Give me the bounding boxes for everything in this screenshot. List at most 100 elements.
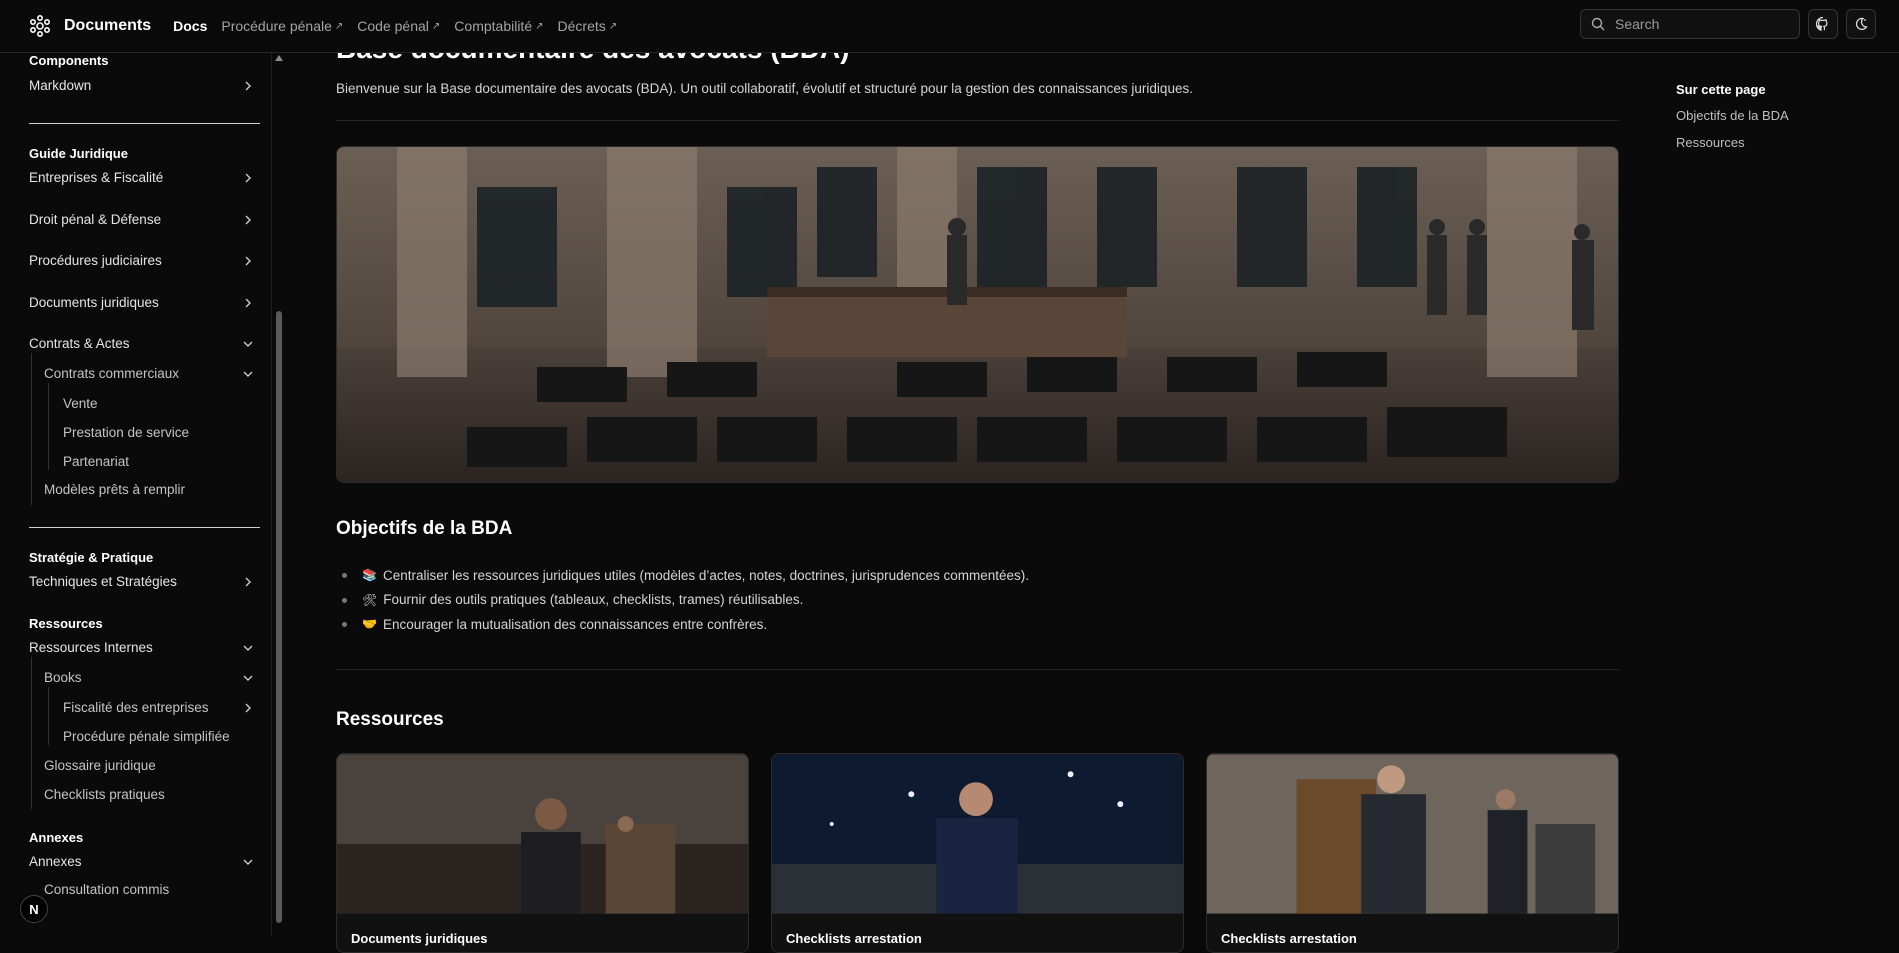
- sidebar-item-label: Consultation commis: [44, 882, 170, 897]
- external-link-icon: ↗: [334, 20, 344, 32]
- chevron-right-icon: [245, 577, 251, 586]
- brand[interactable]: Documents: [28, 14, 151, 38]
- sidebar-item-label: Documents juridiques: [29, 295, 159, 310]
- sidebar-item-label: Glossaire juridique: [44, 758, 156, 773]
- list-item: 🛠 Fournir des outils pratiques (tableaux,…: [336, 588, 1029, 613]
- sidebar-item-label: Contrats & Actes: [29, 336, 130, 351]
- sidebar-tree-line: [31, 353, 32, 505]
- nav-docs-label: Docs: [173, 18, 208, 34]
- sidebar-item-fiscalite[interactable]: Fiscalité des entreprises: [63, 700, 255, 715]
- chevron-right-icon: [245, 256, 251, 265]
- tools-icon: 🛠: [362, 592, 378, 607]
- list-item-text: Fournir des outils pratiques (tableaux, …: [383, 592, 804, 608]
- sidebar-item-contrats-commerciaux[interactable]: Contrats commerciaux: [44, 366, 255, 381]
- sidebar-item-label: Modèles prêts à remplir: [44, 482, 186, 497]
- sidebar-item-label: Checklists pratiques: [44, 787, 165, 802]
- chevron-right-icon: [245, 703, 251, 712]
- hero-image-courtroom: [336, 146, 1619, 483]
- sidebar-item-books[interactable]: Books: [44, 670, 255, 685]
- nav-comptabilite[interactable]: Comptabilité ↗: [454, 18, 543, 34]
- sidebar-tree-line: [48, 383, 49, 470]
- nav-docs[interactable]: Docs: [173, 18, 207, 34]
- divider: [336, 669, 1619, 670]
- sidebar-item-techniques[interactable]: Techniques et Stratégies: [29, 574, 255, 589]
- sidebar-item-documents[interactable]: Documents juridiques: [29, 295, 255, 310]
- resource-card-checklists-1[interactable]: Checklists arrestation: [771, 753, 1184, 953]
- sidebar-item-prestation[interactable]: Prestation de service: [63, 425, 255, 440]
- sidebar-item-label: Prestation de service: [63, 425, 190, 440]
- search-input[interactable]: Search: [1580, 9, 1800, 39]
- sidebar-item-procedures[interactable]: Procédures judiciaires: [29, 253, 255, 268]
- card-title: Documents juridiques: [351, 931, 488, 946]
- sidebar-item-contrats[interactable]: Contrats & Actes: [29, 336, 255, 351]
- sidebar-heading-ressources: Ressources: [29, 616, 103, 631]
- sidebar-item-markdown[interactable]: Markdown: [29, 78, 255, 93]
- card-title: Checklists arrestation: [1221, 931, 1357, 946]
- chevron-right-icon: [245, 81, 251, 90]
- heading-objectifs: Objectifs de la BDA: [336, 518, 513, 539]
- heading-ressources: Ressources: [336, 709, 444, 730]
- scrollbar-thumb[interactable]: [276, 311, 282, 923]
- toc-link-objectifs[interactable]: Objectifs de la BDA: [1676, 108, 1789, 135]
- nav-procedure-penale[interactable]: Procédure pénale ↗: [221, 18, 343, 34]
- sidebar-divider: [29, 123, 260, 124]
- sidebar-item-vente[interactable]: Vente: [63, 396, 255, 411]
- chevron-right-icon: [245, 173, 251, 182]
- sidebar-item-ressources-internes[interactable]: Ressources Internes: [29, 640, 255, 655]
- nav-code-penal-label: Code pénal: [357, 18, 429, 34]
- search-icon: [1591, 17, 1605, 31]
- list-item: 🤝 Encourager la mutualisation des connais…: [336, 612, 1029, 637]
- books-icon: 📚: [362, 568, 377, 583]
- sidebar-item-label: Fiscalité des entreprises: [63, 700, 209, 715]
- list-item: 📚 Centraliser les ressources juridiques u…: [336, 563, 1029, 588]
- nav-code-penal[interactable]: Code pénal ↗: [357, 18, 440, 34]
- sidebar-item-label: Entreprises & Fiscalité: [29, 170, 164, 185]
- sidebar-item-entreprises[interactable]: Entreprises & Fiscalité: [29, 170, 255, 185]
- search-placeholder: Search: [1615, 16, 1660, 32]
- card-image-officers-door: [1207, 754, 1618, 914]
- chevron-down-icon: [243, 341, 253, 347]
- sidebar-item-label: Contrats commerciaux: [44, 366, 180, 381]
- objectifs-list: 📚 Centraliser les ressources juridiques u…: [336, 563, 1029, 637]
- list-item-text: Encourager la mutualisation des connaiss…: [382, 616, 768, 632]
- nextjs-badge[interactable]: N: [20, 895, 48, 923]
- card-title: Checklists arrestation: [786, 931, 922, 946]
- sidebar-item-label: Procédure pénale simplifiée: [63, 729, 230, 744]
- theme-toggle-button[interactable]: [1846, 9, 1876, 39]
- external-link-icon: ↗: [431, 20, 441, 32]
- github-button[interactable]: [1808, 9, 1838, 39]
- top-nav-links: Docs Procédure pénale ↗ Code pénal ↗ Compt…: [173, 18, 617, 34]
- sidebar-item-partenariat[interactable]: Partenariat: [63, 454, 255, 469]
- sidebar-item-consultation[interactable]: Consultation commis: [44, 882, 255, 897]
- external-link-icon: ↗: [608, 20, 618, 32]
- brand-name: Documents: [64, 17, 152, 34]
- card-image-officer-night: [772, 754, 1183, 914]
- nav-decrets[interactable]: Décrets ↗: [558, 18, 618, 34]
- github-icon: [1815, 16, 1828, 32]
- chevron-down-icon: [243, 371, 253, 377]
- list-item-text: Centraliser les ressources juridiques ut…: [382, 567, 1029, 583]
- top-navbar: Documents Docs Procédure pénale ↗ Code pé…: [0, 0, 1899, 53]
- toc-link-ressources[interactable]: Ressources: [1676, 135, 1789, 162]
- sidebar-item-procedure-penale[interactable]: Procédure pénale simplifiée: [63, 729, 255, 744]
- sidebar-heading-guide: Guide Juridique: [29, 146, 128, 161]
- sidebar-item-annexes[interactable]: Annexes: [29, 854, 255, 869]
- sidebar-item-glossaire[interactable]: Glossaire juridique: [44, 758, 255, 773]
- sidebar-scrollbar[interactable]: [274, 53, 284, 936]
- sidebar-item-label: Techniques et Stratégies: [29, 574, 177, 589]
- resource-card-documents[interactable]: Documents juridiques: [336, 753, 749, 953]
- toc-title: Sur cette page: [1676, 82, 1766, 97]
- sidebar-item-checklists[interactable]: Checklists pratiques: [44, 787, 255, 802]
- external-link-icon: ↗: [535, 20, 544, 32]
- resource-card-checklists-2[interactable]: Checklists arrestation: [1206, 753, 1619, 953]
- courtroom-illustration: [337, 147, 1618, 482]
- chevron-down-icon: [243, 675, 253, 681]
- sidebar-item-droit-penal[interactable]: Droit pénal & Défense: [29, 212, 255, 227]
- sidebar-item-modeles[interactable]: Modèles prêts à remplir: [44, 482, 255, 497]
- sidebar-item-label: Procédures judiciaires: [29, 253, 162, 268]
- nav-decrets-label: Décrets: [557, 18, 606, 34]
- scroll-up-arrow-icon[interactable]: [275, 55, 283, 61]
- table-of-contents: Sur cette page Objectifs de la BDA Resso…: [1676, 82, 1789, 162]
- nav-procedure-penale-label: Procédure pénale: [221, 18, 332, 34]
- logo-icon: [29, 14, 50, 37]
